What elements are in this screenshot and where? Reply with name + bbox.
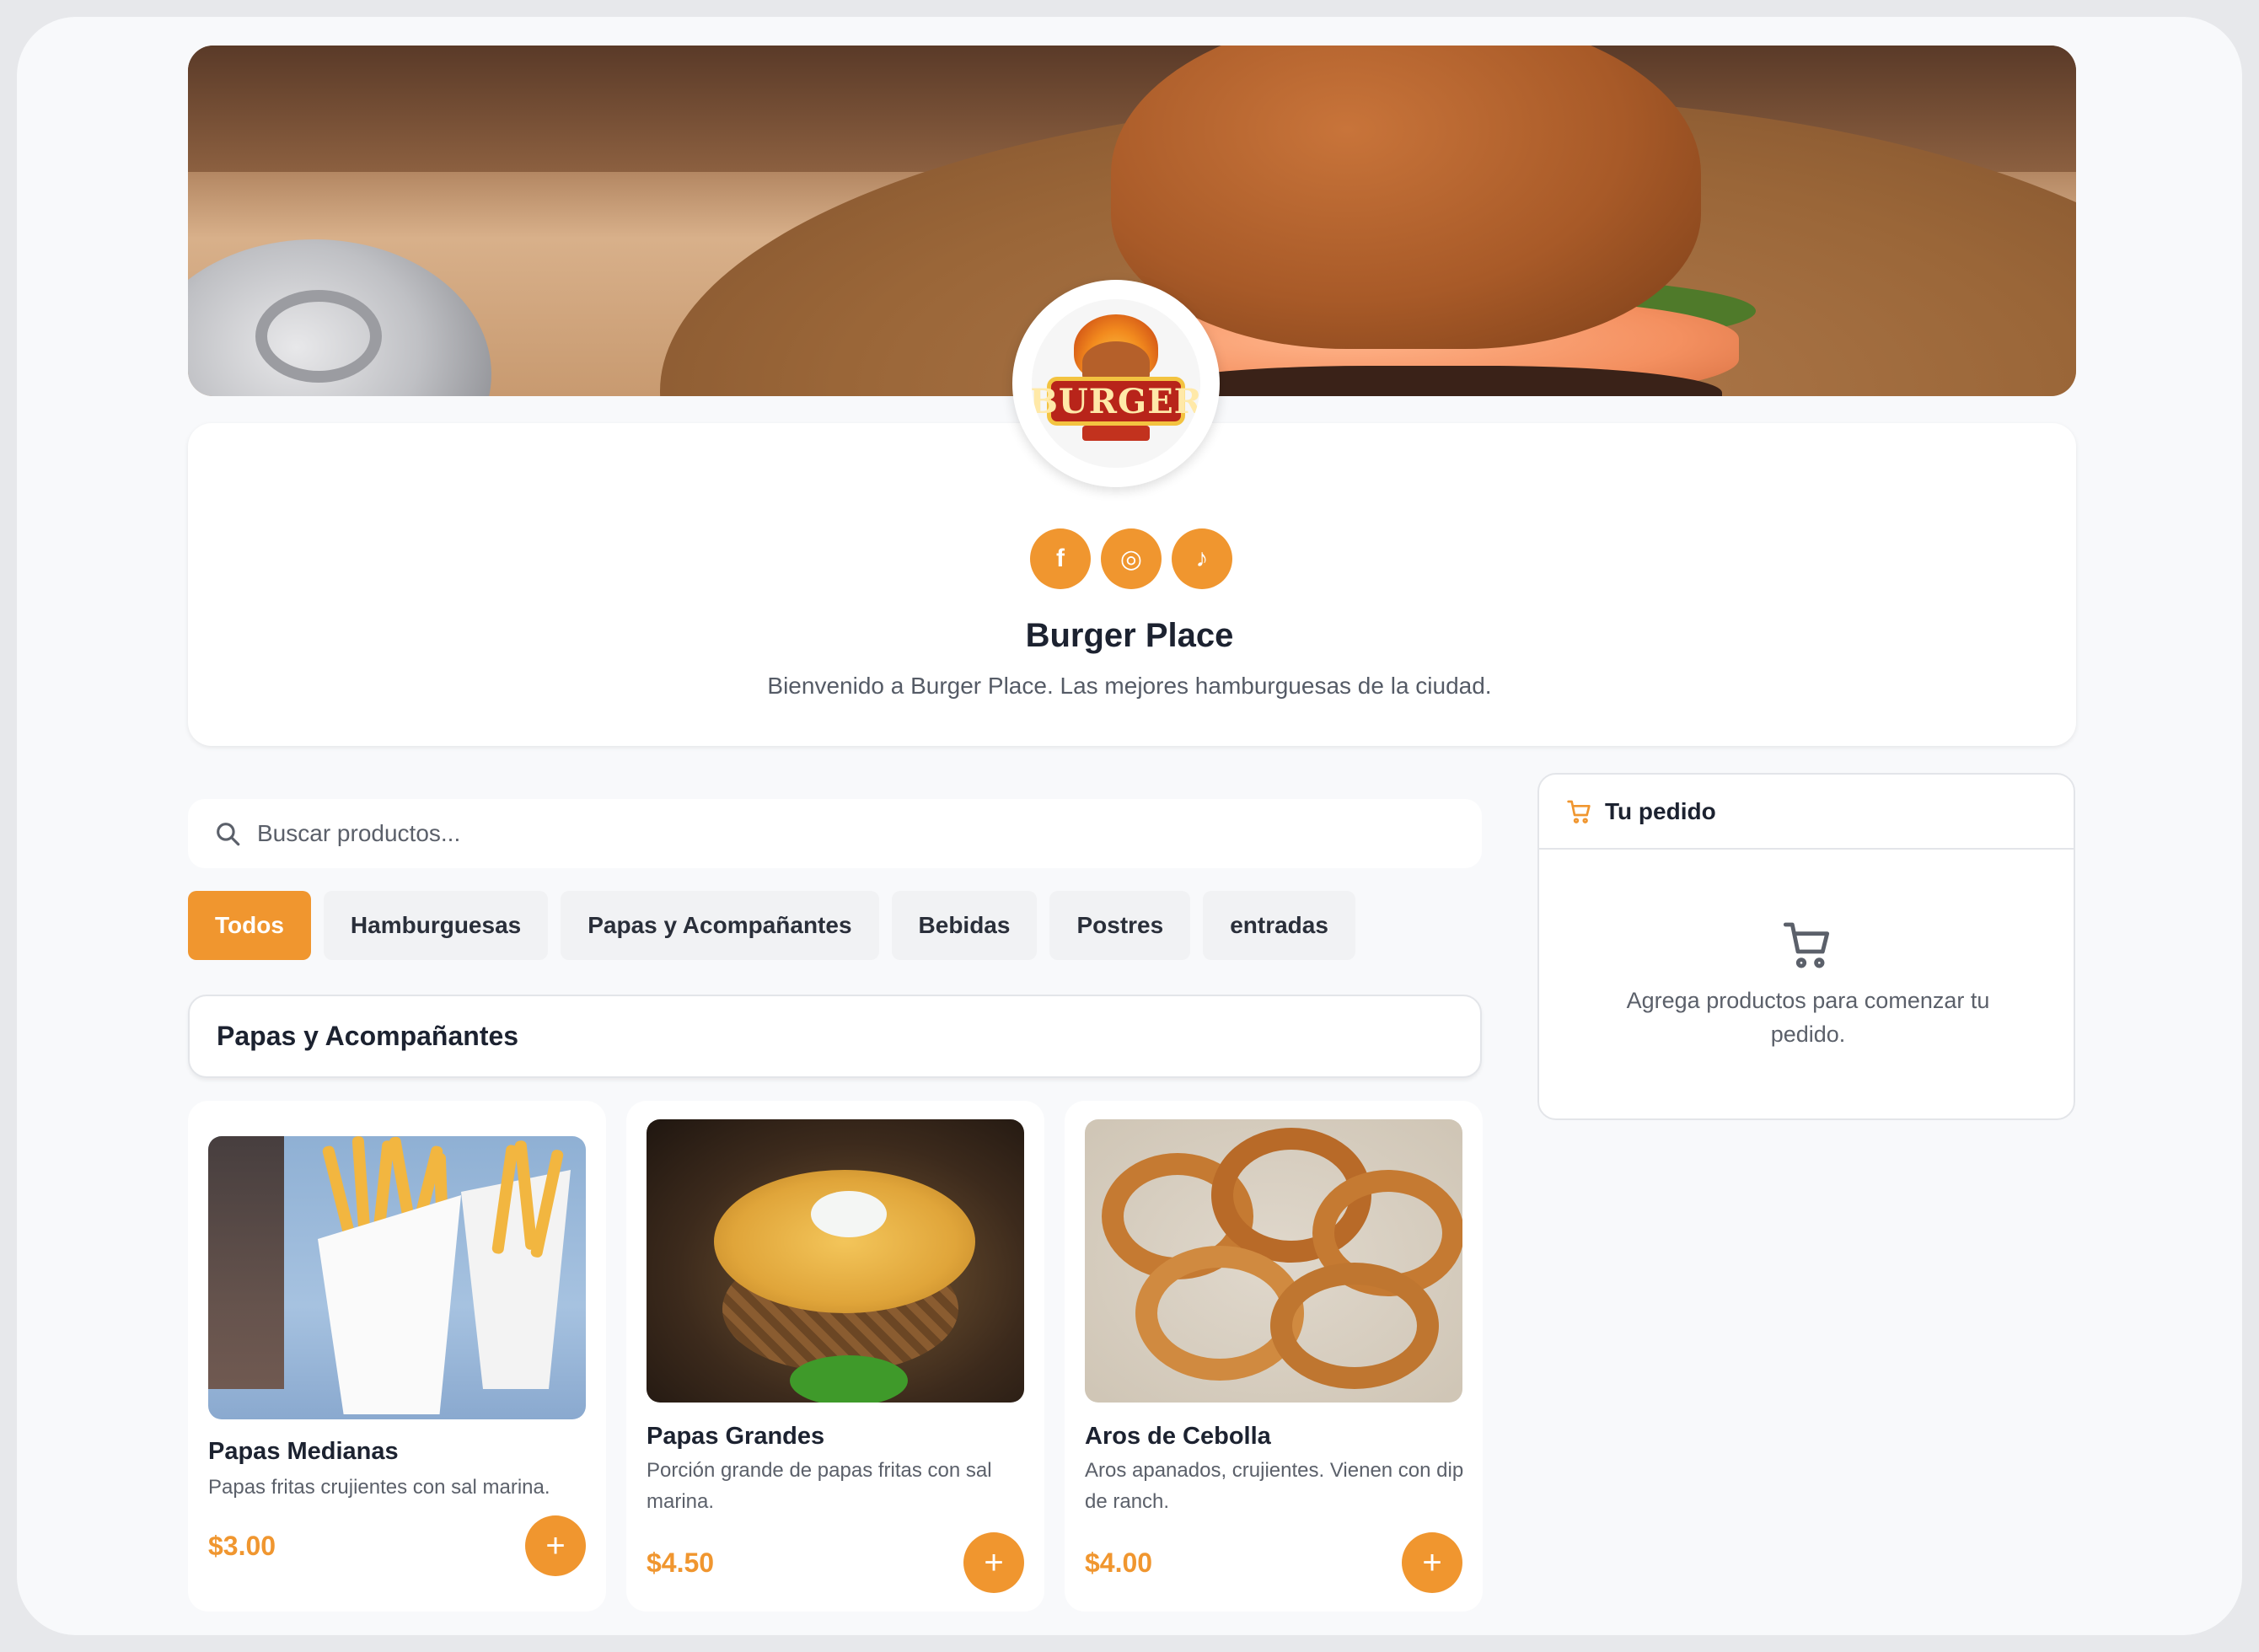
facebook-icon[interactable]: f <box>1030 528 1091 589</box>
tab-hamburguesas[interactable]: Hamburguesas <box>323 891 549 960</box>
product-description: Aros apanados, crujientes. Vienen con di… <box>1085 1459 1464 1513</box>
product-price: $4.00 <box>1085 1547 1153 1578</box>
tab-postres[interactable]: Postres <box>1049 891 1191 960</box>
section-title: Papas y Acompañantes <box>188 995 1482 1078</box>
tab-entradas[interactable]: entradas <box>1203 891 1355 960</box>
search-icon <box>217 823 240 846</box>
add-to-cart-button[interactable]: + <box>963 1532 1024 1593</box>
product-card[interactable]: Papas Medianas Papas fritas crujientes c… <box>188 1101 606 1612</box>
category-tabs: Todos Hamburguesas Papas y Acompañantes … <box>188 891 1355 960</box>
product-price: $4.50 <box>647 1547 715 1578</box>
order-panel-header: Tu pedido <box>1539 775 2074 850</box>
product-description: Porción grande de papas fritas con sal m… <box>647 1459 992 1513</box>
product-image <box>647 1119 1024 1403</box>
product-description: Papas fritas crujientes con sal marina. <box>208 1476 550 1499</box>
add-to-cart-button[interactable]: + <box>1402 1532 1462 1593</box>
restaurant-description: Bienvenido a Burger Place. Las mejores h… <box>767 673 1492 699</box>
order-panel-title: Tu pedido <box>1605 797 1716 824</box>
search-bar <box>188 799 1482 868</box>
social-links: f ◎ ♪ <box>1030 528 1232 589</box>
tiktok-icon[interactable]: ♪ <box>1172 528 1232 589</box>
tab-todos[interactable]: Todos <box>188 891 311 960</box>
add-to-cart-button[interactable]: + <box>525 1515 586 1576</box>
restaurant-name: Burger Place <box>1025 617 1234 654</box>
product-name: Papas Grandes <box>647 1423 825 1450</box>
product-image <box>1085 1119 1462 1403</box>
order-panel: Tu pedido Agrega productos para comenzar… <box>1537 773 2075 1120</box>
cart-icon <box>1567 800 1591 823</box>
tab-bebidas[interactable]: Bebidas <box>891 891 1038 960</box>
product-card[interactable]: Papas Grandes Porción grande de papas fr… <box>626 1101 1044 1612</box>
product-name: Papas Medianas <box>208 1438 399 1465</box>
empty-cart-icon <box>1783 922 1830 968</box>
restaurant-logo: BURGER <box>1012 280 1220 487</box>
product-image <box>208 1136 586 1419</box>
logo-wordmark: BURGER <box>1032 377 1200 426</box>
product-price: $3.00 <box>208 1531 276 1561</box>
product-card[interactable]: Aros de Cebolla Aros apanados, crujiente… <box>1065 1101 1483 1612</box>
tab-papas-y-acompanantes[interactable]: Papas y Acompañantes <box>561 891 879 960</box>
instagram-icon[interactable]: ◎ <box>1101 528 1162 589</box>
search-input[interactable] <box>257 820 1437 847</box>
empty-cart-message: Agrega productos para comenzar tu pedido… <box>1626 988 1990 1047</box>
product-name: Aros de Cebolla <box>1085 1423 1271 1450</box>
